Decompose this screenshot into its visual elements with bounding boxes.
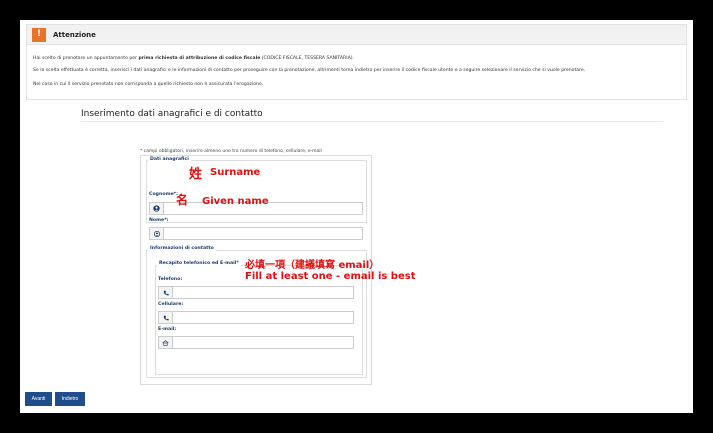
attention-line-3: Nel caso in cui il servizio prenotato no… (33, 82, 264, 87)
required-note: * campi obbligatori, inserire almeno uno… (140, 149, 322, 154)
mobile-input-group (158, 311, 354, 324)
title-divider (81, 121, 663, 122)
user-circle-icon (150, 203, 164, 214)
annotation-given-en: Given name (202, 196, 269, 207)
annotation-surname-zh: 姓 (189, 167, 203, 182)
phone-label: Telefono: (158, 277, 183, 282)
warning-icon: ! (32, 27, 46, 42)
phone-input[interactable] (173, 287, 353, 298)
phone-icon (159, 287, 173, 298)
annotation-contact-zh: 必填一項（建議填寫 email） (245, 260, 380, 271)
anagrafici-legend: Dati anagrafici (148, 157, 191, 162)
name-input-group (149, 227, 363, 240)
attention-header: ! Attenzione (27, 25, 686, 45)
attention-line-2: Se la scelta effettuata è corretta, inse… (33, 68, 586, 73)
mobile-input[interactable] (173, 312, 353, 323)
annotation-contact-en: Fill at least one - email is best (245, 271, 416, 282)
phone-input-group (158, 286, 354, 299)
name-input[interactable] (164, 228, 362, 239)
email-input[interactable] (173, 337, 353, 348)
email-label: E-mail: (158, 327, 177, 332)
next-button[interactable]: Avanti (25, 392, 52, 406)
recapito-legend: Recapito telefonico ed E-mail* (157, 261, 241, 266)
home-icon (159, 337, 173, 348)
back-button[interactable]: Indietro (55, 392, 85, 406)
user-icon (150, 228, 164, 239)
page-frame: ! Attenzione Hai scelto di prenotare un … (20, 20, 693, 413)
name-label: Nome*: (149, 218, 169, 223)
mobile-label: Cellulare: (158, 302, 184, 307)
annotation-given-zh: 名 (176, 193, 189, 207)
attention-title: Attenzione (53, 30, 96, 39)
attention-box: ! Attenzione Hai scelto di prenotare un … (26, 24, 687, 100)
page-title: Inserimento dati anagrafici e di contatt… (81, 109, 263, 119)
phone-icon (159, 312, 173, 323)
contatto-legend: Informazioni di contatto (148, 246, 216, 251)
attention-line-1: Hai scelto di prenotare un appuntamento … (33, 56, 354, 61)
annotation-surname-en: Surname (210, 167, 261, 178)
surname-label: Cognome*: (149, 192, 178, 197)
email-input-group (158, 336, 354, 349)
